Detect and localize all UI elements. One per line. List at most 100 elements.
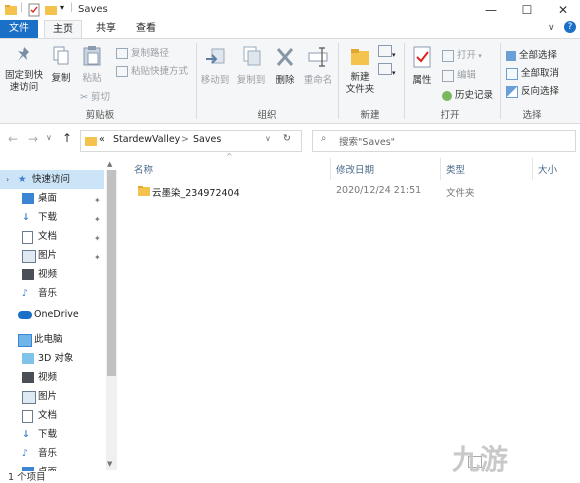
file-row[interactable]: 云墨染_234972404 2020/12/24 21:51 文件夹	[128, 181, 578, 201]
properties-icon[interactable]	[28, 3, 40, 17]
rename-label: 重命名	[303, 75, 333, 86]
new-folder-icon	[351, 49, 369, 65]
copy-path-button[interactable]: 复制路径	[116, 45, 169, 59]
navigation-pane: › ★ 快速访问 桌面 ✦ ↓ 下载 ✦ 文档 ✦ 图片 ✦ 视频 ♪ 音乐 O…	[0, 158, 118, 471]
column-divider[interactable]	[532, 158, 533, 180]
copy-to-label: 复制到	[236, 75, 266, 86]
nav-3d-objects[interactable]: 3D 对象	[0, 349, 104, 368]
nav-documents[interactable]: 文档 ✦	[0, 227, 104, 246]
open-button[interactable]: 打开 ▾	[442, 47, 482, 62]
up-arrow-icon[interactable]: ↑	[62, 131, 72, 145]
tab-home[interactable]: 主页	[44, 20, 82, 39]
group-divider	[196, 43, 197, 119]
folder-icon	[85, 137, 97, 146]
select-all-icon	[506, 50, 516, 61]
edit-button[interactable]: 编辑	[442, 67, 476, 82]
new-folder-qat-icon[interactable]	[44, 3, 58, 17]
nav-pc-documents[interactable]: 文档	[0, 406, 104, 425]
cut-button[interactable]: ✂ 剪切	[80, 89, 110, 103]
nav-pc-music-label: 音乐	[38, 448, 58, 459]
nav-pictures[interactable]: 图片 ✦	[0, 246, 104, 265]
expand-chevron-icon[interactable]: ›	[6, 170, 9, 189]
breadcrumb-stardewvalley[interactable]: StardewValley	[113, 134, 180, 145]
pictures-icon	[22, 391, 36, 404]
select-all-button[interactable]: 全部选择	[506, 47, 557, 61]
tab-file[interactable]: 文件	[0, 20, 38, 38]
breadcrumb-overflow[interactable]: «	[99, 134, 105, 145]
nav-pc-music[interactable]: ♪ 音乐	[0, 444, 104, 463]
scroll-down-icon[interactable]: ▼	[107, 460, 112, 468]
nav-pc-pictures-label: 图片	[38, 391, 58, 402]
collapse-ribbon-icon[interactable]: ∨	[548, 23, 555, 33]
nav-this-pc-label: 此电脑	[34, 334, 63, 345]
select-none-button[interactable]: 全部取消	[506, 65, 559, 80]
copy-to-button[interactable]: 复制到	[236, 45, 266, 86]
address-dropdown-icon[interactable]: ∨	[265, 134, 271, 143]
copy-button[interactable]: 复制	[48, 45, 74, 84]
properties-check-icon	[413, 46, 431, 68]
nav-pc-downloads-label: 下载	[38, 429, 58, 440]
column-divider[interactable]	[330, 158, 331, 180]
pin-quick-access-button[interactable]: 固定到快 速访问	[4, 45, 44, 94]
nav-onedrive-label: OneDrive	[34, 309, 79, 320]
scroll-up-icon[interactable]: ▲	[107, 160, 112, 168]
file-modified: 2020/12/24 21:51	[336, 185, 422, 196]
paste-shortcut-button[interactable]: 粘贴快捷方式	[116, 63, 188, 77]
column-size[interactable]: 大小	[538, 162, 557, 176]
address-bar[interactable]: « StardewValley > Saves ∨ ↻	[80, 130, 302, 152]
tab-view[interactable]: 查看	[128, 20, 164, 38]
help-icon[interactable]: ?	[564, 21, 576, 33]
nav-pc-pictures[interactable]: 图片	[0, 387, 104, 406]
qat-dropdown-icon[interactable]: ▾	[60, 3, 64, 12]
column-modified[interactable]: 修改日期	[336, 162, 374, 176]
search-box[interactable]: ⌕ 搜索"Saves"	[312, 130, 576, 152]
breadcrumb-saves[interactable]: Saves	[193, 134, 221, 145]
maximize-button[interactable]: ☐	[510, 0, 544, 20]
star-icon: ★	[18, 174, 27, 185]
minimize-button[interactable]: —	[474, 0, 508, 20]
nav-music[interactable]: ♪ 音乐	[0, 284, 104, 303]
column-type[interactable]: 类型	[446, 162, 465, 176]
rename-button[interactable]: 重命名	[302, 45, 334, 86]
properties-label: 属性	[412, 75, 432, 86]
invert-selection-button[interactable]: 反向选择	[506, 83, 559, 98]
new-item-icon	[378, 45, 392, 57]
column-name[interactable]: 名称	[134, 162, 153, 176]
new-group-label: 新建	[360, 110, 380, 121]
refresh-icon[interactable]: ↻	[283, 133, 291, 144]
recent-dropdown-icon[interactable]: ∨	[46, 133, 52, 142]
delete-label: 删除	[275, 75, 295, 86]
nav-onedrive[interactable]: OneDrive	[0, 305, 104, 324]
new-item-button[interactable]: ▾	[378, 45, 396, 60]
close-button[interactable]: ✕	[546, 0, 580, 20]
column-divider[interactable]	[440, 158, 441, 180]
search-input[interactable]: 搜索"Saves"	[339, 134, 395, 148]
scissors-icon: ✂	[80, 92, 88, 103]
edit-label: 编辑	[457, 70, 477, 81]
nav-pc-videos[interactable]: 视频	[0, 368, 104, 387]
paste-button[interactable]: 粘贴	[78, 45, 106, 84]
easy-access-button[interactable]: ▾	[378, 63, 396, 78]
forward-arrow-icon[interactable]: →	[28, 132, 38, 146]
pin-icon	[18, 47, 29, 61]
history-button[interactable]: 历史记录	[442, 87, 493, 101]
nav-videos[interactable]: 视频	[0, 265, 104, 284]
nav-scrollbar-thumb[interactable]	[107, 170, 116, 376]
properties-button[interactable]: 属性	[408, 45, 436, 86]
download-icon: ↓	[22, 429, 30, 440]
nav-downloads[interactable]: ↓ 下载 ✦	[0, 208, 104, 227]
group-divider	[338, 43, 339, 119]
new-folder-button[interactable]: 新建 文件夹	[342, 45, 378, 96]
nav-videos-label: 视频	[38, 269, 58, 280]
nav-desktop[interactable]: 桌面 ✦	[0, 189, 104, 208]
nav-this-pc[interactable]: 此电脑	[0, 330, 104, 349]
paste-shortcut-icon	[116, 66, 128, 77]
nav-quick-access[interactable]: › ★ 快速访问	[0, 170, 104, 189]
delete-button[interactable]: 删除	[272, 45, 298, 86]
tab-share[interactable]: 共享	[88, 20, 124, 38]
move-to-button[interactable]: 移动到	[200, 45, 230, 86]
rename-icon	[308, 47, 328, 67]
select-group-label: 选择	[522, 110, 542, 121]
back-arrow-icon[interactable]: ←	[8, 132, 18, 146]
nav-pc-downloads[interactable]: ↓ 下载	[0, 425, 104, 444]
